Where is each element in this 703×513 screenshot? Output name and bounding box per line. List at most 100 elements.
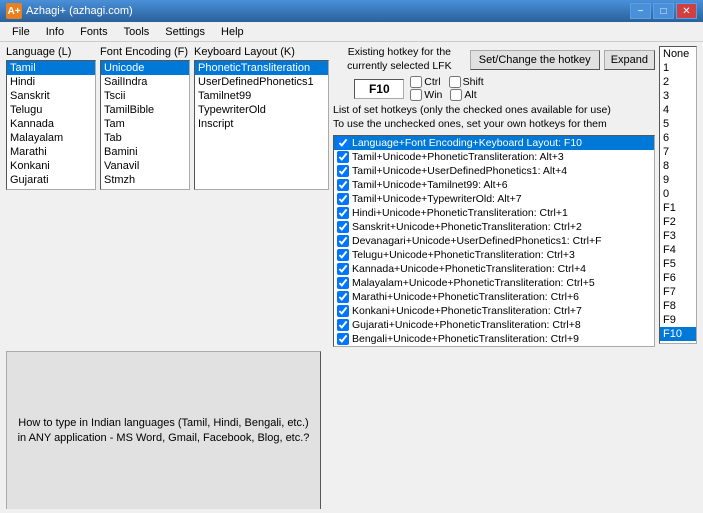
hotkey-check-7[interactable] <box>337 235 349 247</box>
lang-item-marathi[interactable]: Marathi <box>7 145 95 159</box>
hotkey-check-6[interactable] <box>337 221 349 233</box>
key-none[interactable]: None <box>660 47 696 61</box>
key-2[interactable]: 2 <box>660 75 696 89</box>
key-f11[interactable]: F11 <box>660 341 696 344</box>
lang-item-malayalam[interactable]: Malayalam <box>7 131 95 145</box>
hotkey-check-12[interactable] <box>337 305 349 317</box>
hotkey-check-0[interactable] <box>337 137 349 149</box>
font-encoding-listbox[interactable]: Unicode SailIndra Tscii TamilBible Tam T… <box>100 60 190 190</box>
menu-help[interactable]: Help <box>213 24 252 40</box>
font-item-shreelipi[interactable]: Shreelipi <box>101 187 189 190</box>
menu-info[interactable]: Info <box>38 24 72 40</box>
shift-checkbox[interactable] <box>449 76 461 88</box>
alt-checkbox-label[interactable]: Alt <box>450 89 476 101</box>
win-checkbox[interactable] <box>410 89 422 101</box>
key-f3[interactable]: F3 <box>660 229 696 243</box>
shift-checkbox-label[interactable]: Shift <box>449 76 484 88</box>
lang-item-konkani[interactable]: Konkani <box>7 159 95 173</box>
font-item-stmzh[interactable]: Stmzh <box>101 173 189 187</box>
key-3[interactable]: 3 <box>660 89 696 103</box>
font-item-unicode[interactable]: Unicode <box>101 61 189 75</box>
key-f1[interactable]: F1 <box>660 201 696 215</box>
hotkey-item-7[interactable]: Devanagari+Unicode+UserDefinedPhonetics1… <box>334 234 654 248</box>
key-1[interactable]: 1 <box>660 61 696 75</box>
key-9[interactable]: 9 <box>660 173 696 187</box>
expand-button[interactable]: Expand <box>604 50 655 70</box>
font-item-tscii[interactable]: Tscii <box>101 89 189 103</box>
hotkey-check-5[interactable] <box>337 207 349 219</box>
key-0[interactable]: 0 <box>660 187 696 201</box>
key-7[interactable]: 7 <box>660 145 696 159</box>
menu-file[interactable]: File <box>4 24 38 40</box>
minimize-button[interactable]: − <box>630 3 651 19</box>
key-f6[interactable]: F6 <box>660 271 696 285</box>
hotkey-item-0[interactable]: Language+Font Encoding+Keyboard Layout: … <box>334 136 654 150</box>
lang-item-hindi[interactable]: Hindi <box>7 75 95 89</box>
kbd-item-phonetic[interactable]: PhoneticTransliteration <box>195 61 328 75</box>
close-button[interactable]: ✕ <box>676 3 697 19</box>
hotkey-item-6[interactable]: Sanskrit+Unicode+PhoneticTransliteration… <box>334 220 654 234</box>
key-f5[interactable]: F5 <box>660 257 696 271</box>
set-hotkey-button[interactable]: Set/Change the hotkey <box>470 50 600 70</box>
win-checkbox-label[interactable]: Win <box>410 89 442 101</box>
hotkey-item-1[interactable]: Tamil+Unicode+PhoneticTransliteration: A… <box>334 150 654 164</box>
hotkey-item-13[interactable]: Gujarati+Unicode+PhoneticTransliteration… <box>334 318 654 332</box>
lang-item-kannada[interactable]: Kannada <box>7 117 95 131</box>
hotkey-check-1[interactable] <box>337 151 349 163</box>
kbd-item-userdefined[interactable]: UserDefinedPhonetics1 <box>195 75 328 89</box>
hotkey-item-11[interactable]: Marathi+Unicode+PhoneticTransliteration:… <box>334 290 654 304</box>
menu-tools[interactable]: Tools <box>116 24 158 40</box>
hotkey-check-14[interactable] <box>337 333 349 345</box>
key-f2[interactable]: F2 <box>660 215 696 229</box>
lang-item-gujarati[interactable]: Gujarati <box>7 173 95 187</box>
hotkey-item-5[interactable]: Hindi+Unicode+PhoneticTransliteration: C… <box>334 206 654 220</box>
hotkey-item-3[interactable]: Tamil+Unicode+Tamilnet99: Alt+6 <box>334 178 654 192</box>
hotkey-check-2[interactable] <box>337 165 349 177</box>
hotkey-item-8[interactable]: Telugu+Unicode+PhoneticTransliteration: … <box>334 248 654 262</box>
hotkey-item-14[interactable]: Bengali+Unicode+PhoneticTransliteration:… <box>334 332 654 346</box>
hotkey-check-8[interactable] <box>337 249 349 261</box>
hotkey-check-11[interactable] <box>337 291 349 303</box>
lang-item-bengali[interactable]: Bengali <box>7 187 95 190</box>
ctrl-checkbox[interactable] <box>410 76 422 88</box>
font-item-vanavil[interactable]: Vanavil <box>101 159 189 173</box>
hotkey-check-3[interactable] <box>337 179 349 191</box>
menu-fonts[interactable]: Fonts <box>72 24 116 40</box>
key-5[interactable]: 5 <box>660 117 696 131</box>
lang-item-sanskrit[interactable]: Sanskrit <box>7 89 95 103</box>
font-item-bamini[interactable]: Bamini <box>101 145 189 159</box>
key-sidebar-listbox[interactable]: None 1 2 3 4 5 6 7 8 9 0 F1 F2 F3 F4 F5 … <box>659 46 697 344</box>
kbd-item-tamilnet99[interactable]: Tamilnet99 <box>195 89 328 103</box>
lang-item-tamil[interactable]: Tamil <box>7 61 95 75</box>
font-item-tam[interactable]: Tam <box>101 117 189 131</box>
lang-item-telugu[interactable]: Telugu <box>7 103 95 117</box>
kbd-item-inscript[interactable]: Inscript <box>195 117 328 131</box>
maximize-button[interactable]: □ <box>653 3 674 19</box>
font-item-tamilbible[interactable]: TamilBible <box>101 103 189 117</box>
hotkey-list[interactable]: Language+Font Encoding+Keyboard Layout: … <box>333 135 655 347</box>
hotkey-check-13[interactable] <box>337 319 349 331</box>
alt-checkbox[interactable] <box>450 89 462 101</box>
key-f7[interactable]: F7 <box>660 285 696 299</box>
key-f8[interactable]: F8 <box>660 299 696 313</box>
key-f4[interactable]: F4 <box>660 243 696 257</box>
kbd-item-typewriterold[interactable]: TypewriterOld <box>195 103 328 117</box>
hotkey-check-9[interactable] <box>337 263 349 275</box>
hotkey-check-10[interactable] <box>337 277 349 289</box>
keyboard-layout-listbox[interactable]: PhoneticTransliteration UserDefinedPhone… <box>194 60 329 190</box>
key-6[interactable]: 6 <box>660 131 696 145</box>
language-listbox[interactable]: Tamil Hindi Sanskrit Telugu Kannada Mala… <box>6 60 96 190</box>
hotkey-item-2[interactable]: Tamil+Unicode+UserDefinedPhonetics1: Alt… <box>334 164 654 178</box>
hotkey-check-4[interactable] <box>337 193 349 205</box>
key-f9[interactable]: F9 <box>660 313 696 327</box>
hotkey-item-10[interactable]: Malayalam+Unicode+PhoneticTransliteratio… <box>334 276 654 290</box>
font-item-sailindra[interactable]: SailIndra <box>101 75 189 89</box>
key-8[interactable]: 8 <box>660 159 696 173</box>
menu-settings[interactable]: Settings <box>157 24 213 40</box>
font-item-tab[interactable]: Tab <box>101 131 189 145</box>
key-f10[interactable]: F10 <box>660 327 696 341</box>
ctrl-checkbox-label[interactable]: Ctrl <box>410 76 440 88</box>
how-to-button[interactable]: How to type in Indian languages (Tamil, … <box>6 351 321 509</box>
hotkey-item-12[interactable]: Konkani+Unicode+PhoneticTransliteration:… <box>334 304 654 318</box>
hotkey-item-9[interactable]: Kannada+Unicode+PhoneticTransliteration:… <box>334 262 654 276</box>
